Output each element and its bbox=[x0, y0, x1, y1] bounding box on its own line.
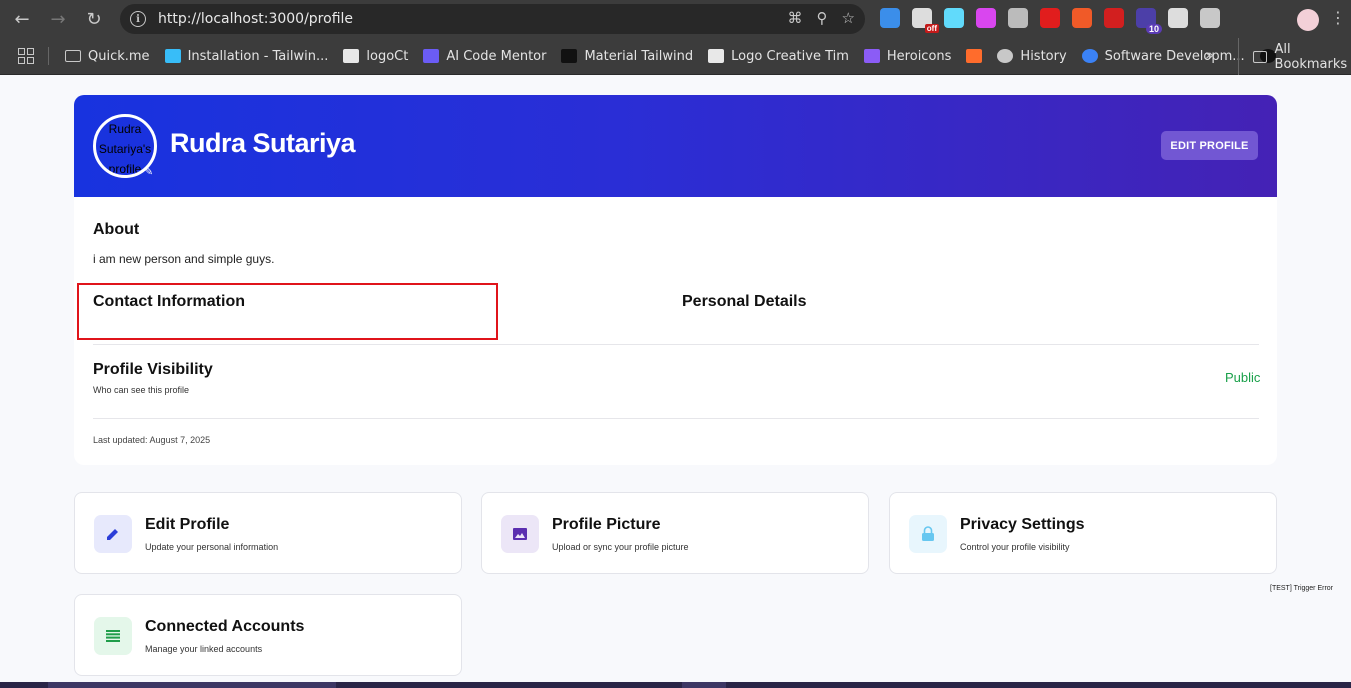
all-bookmarks-button[interactable]: All Bookmarks bbox=[1238, 38, 1351, 75]
bookmark-label: Quick.me bbox=[88, 48, 150, 64]
logo-icon bbox=[708, 49, 725, 63]
taskbar bbox=[0, 682, 1351, 688]
grammar-icon[interactable]: 10 bbox=[1136, 8, 1162, 34]
forward-icon[interactable]: → bbox=[40, 1, 76, 37]
last-updated-text: Last updated: August 7, 2025 bbox=[93, 435, 211, 445]
profile-picture-card[interactable]: Profile Picture Upload or sync your prof… bbox=[481, 492, 869, 574]
eyedropper-icon[interactable] bbox=[1168, 8, 1188, 28]
bookmark-item[interactable] bbox=[966, 49, 983, 63]
edit-profile-button[interactable]: EDIT PROFILE bbox=[1161, 131, 1258, 160]
card-title: Privacy Settings bbox=[960, 516, 1085, 533]
site-info-icon[interactable]: i bbox=[130, 11, 146, 27]
trigger-error-button[interactable]: [TEST] Trigger Error bbox=[1270, 585, 1333, 592]
bookmarks-divider bbox=[48, 47, 49, 65]
image-icon bbox=[501, 515, 539, 553]
card-title: Edit Profile bbox=[145, 516, 230, 533]
folder-icon bbox=[65, 50, 81, 62]
pencil-icon bbox=[94, 515, 132, 553]
card-title: Connected Accounts bbox=[145, 618, 305, 635]
address-bar[interactable]: i http://localhost:3000/profile ⌘ ⚲ ☆ bbox=[120, 4, 865, 34]
ai-icon bbox=[423, 49, 440, 63]
bookmark-item[interactable]: Material Tailwind bbox=[561, 49, 693, 64]
menu-icon[interactable]: ⋮ bbox=[1330, 8, 1346, 27]
bookmark-label: Heroicons bbox=[886, 48, 952, 64]
translate-icon[interactable]: ⌘ bbox=[788, 9, 803, 27]
palette-icon[interactable] bbox=[976, 8, 996, 28]
bookmark-label: logoCt bbox=[366, 48, 409, 64]
all-bookmarks-label: All Bookmarks bbox=[1274, 41, 1348, 72]
extensions-bar: off 10 bbox=[880, 8, 1220, 34]
edit-profile-card[interactable]: Edit Profile Update your personal inform… bbox=[74, 492, 462, 574]
bookmark-item[interactable]: Logo Creative Tim bbox=[708, 49, 849, 64]
bookmarks-bar: Quick.me Installation - Tailwin... logoCt A… bbox=[0, 38, 1351, 75]
url-text[interactable]: http://localhost:3000/profile bbox=[158, 11, 353, 27]
bookmark-label: Software Developm... bbox=[1104, 48, 1245, 64]
bookmark-item[interactable]: AI Code Mentor bbox=[423, 49, 546, 64]
card-subtitle: Manage your linked accounts bbox=[145, 644, 263, 654]
contact-information-heading: Contact Information bbox=[93, 293, 245, 310]
highlight-box bbox=[77, 283, 498, 340]
puzzle-icon[interactable] bbox=[1200, 8, 1220, 28]
bookmark-item[interactable]: Quick.me bbox=[65, 49, 150, 64]
bookmark-item[interactable]: History bbox=[997, 48, 1067, 64]
bookmark-label: Logo Creative Tim bbox=[731, 48, 849, 64]
privacy-settings-card[interactable]: Privacy Settings Control your profile vi… bbox=[889, 492, 1277, 574]
extension-badge: off bbox=[924, 24, 939, 33]
bookmark-label: AI Code Mentor bbox=[446, 48, 547, 64]
chevron-double-right-icon[interactable]: » bbox=[1205, 46, 1214, 64]
tailwind-icon bbox=[164, 49, 181, 63]
bookmark-label: History bbox=[1020, 48, 1067, 64]
profile-banner: Rudra Sutariya's profile ✎ Rudra Sutariy… bbox=[74, 95, 1277, 197]
profile-visibility-heading: Profile Visibility bbox=[93, 361, 213, 378]
folder-icon bbox=[1253, 50, 1267, 63]
extension-badge: 10 bbox=[1145, 24, 1162, 34]
divider bbox=[93, 344, 1259, 345]
bookmark-label: Material Tailwind bbox=[584, 48, 694, 64]
card-title: Profile Picture bbox=[552, 516, 661, 533]
browser-toolbar: ← → ↻ i http://localhost:3000/profile ⌘ … bbox=[0, 0, 1351, 38]
cpanel-icon bbox=[966, 49, 983, 63]
star-icon[interactable]: ☆ bbox=[842, 9, 855, 27]
globe-icon bbox=[1081, 49, 1098, 63]
bookmark-item[interactable]: Software Developm... bbox=[1081, 48, 1245, 64]
bookmark-item[interactable]: Heroicons bbox=[863, 48, 952, 64]
card-subtitle: Update your personal information bbox=[145, 542, 279, 552]
card-subtitle: Upload or sync your profile picture bbox=[552, 542, 689, 552]
camera-icon[interactable] bbox=[1008, 8, 1028, 28]
stop-hand-icon[interactable] bbox=[1040, 8, 1060, 28]
visibility-status: Public bbox=[1225, 370, 1261, 385]
connected-accounts-card[interactable]: Connected Accounts Manage your linked ac… bbox=[74, 594, 462, 676]
card-subtitle: Control your profile visibility bbox=[960, 542, 1070, 552]
about-heading: About bbox=[93, 221, 140, 238]
profile-avatar-icon[interactable] bbox=[1297, 9, 1319, 31]
list-icon bbox=[94, 617, 132, 655]
profile-visibility-subtitle: Who can see this profile bbox=[93, 385, 190, 395]
profile-name: Rudra Sutariya bbox=[170, 128, 356, 158]
pdf-icon[interactable] bbox=[1104, 8, 1124, 28]
bookmark-label: Installation - Tailwin... bbox=[187, 48, 329, 64]
back-icon[interactable]: ← bbox=[4, 1, 40, 37]
react-icon[interactable] bbox=[944, 8, 964, 28]
divider bbox=[93, 418, 1259, 419]
mail-off-icon[interactable]: off bbox=[912, 8, 939, 33]
about-text: i am new person and simple guys. bbox=[93, 252, 275, 266]
lock-icon bbox=[909, 515, 947, 553]
material-icon bbox=[561, 49, 578, 63]
apps-icon[interactable] bbox=[18, 48, 34, 64]
pencil-icon[interactable]: ✎ bbox=[144, 165, 153, 178]
bookmark-item[interactable]: Installation - Tailwin... bbox=[164, 48, 329, 64]
logo-icon bbox=[343, 49, 360, 63]
api-icon[interactable] bbox=[1072, 8, 1092, 28]
profile-card: Rudra Sutariya's profile ✎ Rudra Sutariy… bbox=[74, 95, 1277, 465]
page-content: Rudra Sutariya's profile ✎ Rudra Sutariy… bbox=[0, 76, 1351, 682]
colorzilla-icon[interactable] bbox=[880, 8, 900, 28]
zoom-icon[interactable]: ⚲ bbox=[817, 9, 828, 27]
personal-details-heading: Personal Details bbox=[682, 293, 807, 310]
shield-icon bbox=[863, 49, 880, 63]
history-icon bbox=[997, 49, 1014, 63]
reload-icon[interactable]: ↻ bbox=[76, 1, 112, 37]
bookmark-item[interactable]: logoCt bbox=[343, 49, 408, 64]
